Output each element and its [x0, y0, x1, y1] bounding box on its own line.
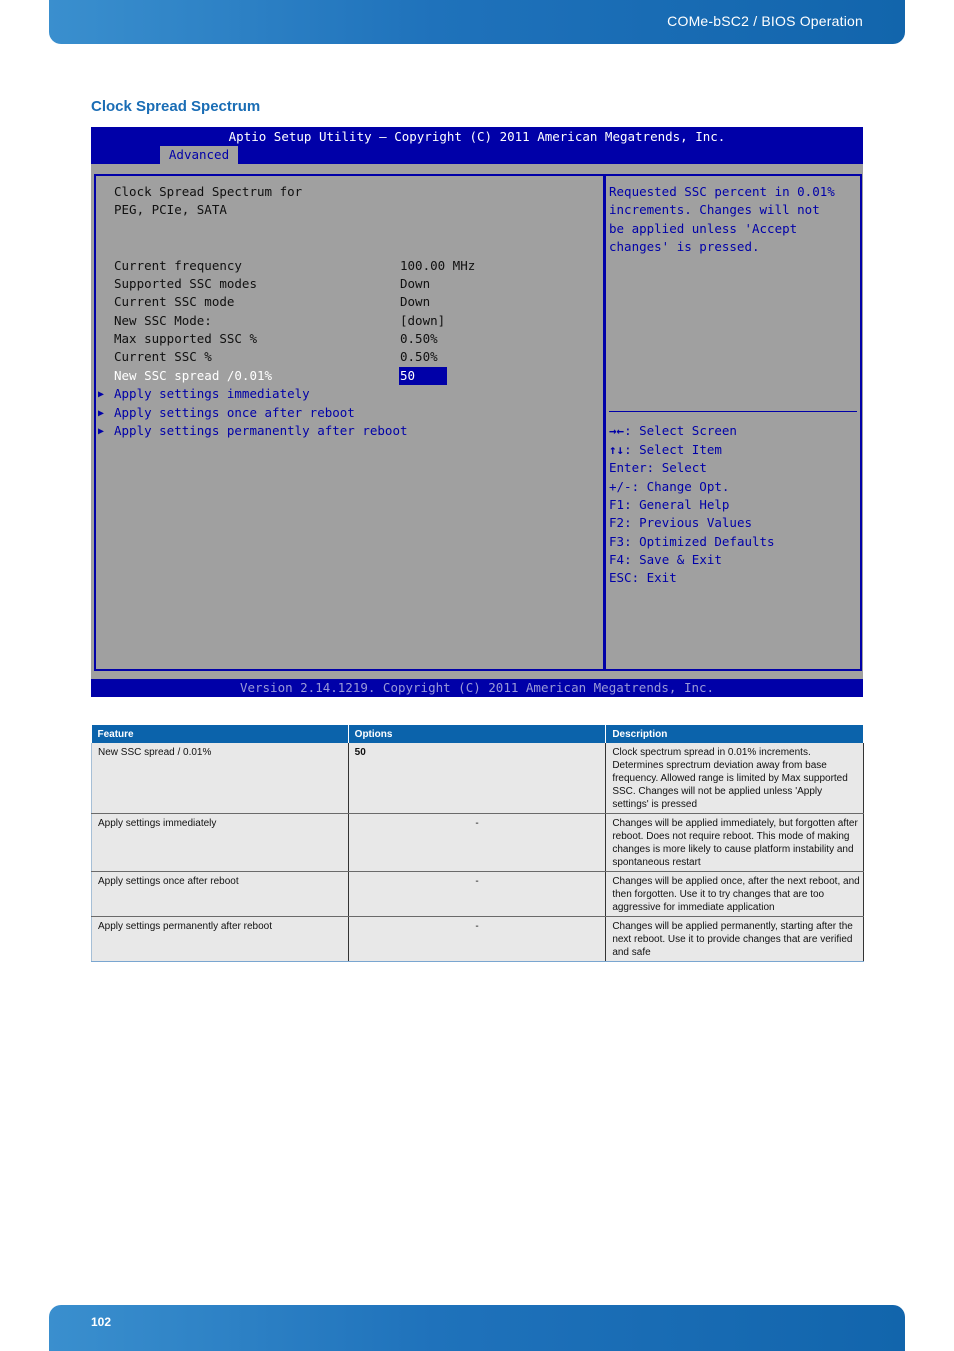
key-hint-f1: F1: General Help: [609, 497, 729, 512]
key-hint-key: F2: [609, 515, 625, 530]
page-number: 102: [91, 1315, 112, 1329]
cell-description: Changes will be applied permanently, sta…: [605, 916, 864, 962]
tab-advanced[interactable]: Advanced: [160, 146, 238, 164]
submenu-apply-permanently-after-reboot[interactable]: Apply settings permanently after reboot: [114, 423, 408, 438]
table-row: New SSC spread / 0.01% 50 Clock spectrum…: [91, 743, 864, 814]
cell-description: Changes will be applied once, after the …: [605, 871, 864, 917]
key-hint-action: : General Help: [624, 497, 730, 512]
heading-line-2: PEG, PCIe, SATA: [114, 202, 227, 217]
header-description: Description: [605, 725, 864, 743]
key-hint-enter: Enter: Select: [609, 460, 707, 475]
key-hint-f3: F3: Optimized Defaults: [609, 534, 775, 549]
cell-options: -: [348, 813, 607, 872]
key-hint-key: F3: [609, 534, 625, 549]
field-label-current-ssc-mode: Current SSC mode: [114, 294, 235, 309]
field-value-current-ssc-mode: Down: [400, 294, 431, 309]
cell-description: Changes will be applied immediately, but…: [605, 813, 864, 872]
up-down-arrows-icon: ↑↓: [609, 442, 625, 457]
field-value-max-supported-ssc: 0.50%: [400, 331, 438, 346]
key-hint-key: Enter: [609, 460, 647, 475]
heading-line-1: Clock Spread Spectrum for: [114, 184, 303, 199]
table-header-row: Feature Options Description: [91, 725, 864, 743]
header-feature: Feature: [91, 725, 349, 743]
feature-table: Feature Options Description New SSC spre…: [91, 725, 864, 962]
field-label-current-frequency: Current frequency: [114, 258, 242, 273]
table-row: Apply settings immediately - Changes wil…: [91, 813, 864, 872]
key-hint-select-screen: →←: Select Screen: [609, 423, 737, 438]
key-hint-action: : Select Item: [624, 442, 722, 457]
table-row: Apply settings once after reboot - Chang…: [91, 871, 864, 917]
submenu-arrow-icon: ▶: [98, 426, 105, 437]
key-hint-f2: F2: Previous Values: [609, 515, 752, 530]
header-options: Options: [348, 725, 607, 743]
key-hint-change-opt: +/-: Change Opt.: [609, 479, 729, 494]
help-text-line-3: be applied unless 'Accept: [609, 221, 798, 236]
pane-divider: [603, 174, 605, 671]
field-label-max-supported-ssc: Max supported SSC %: [114, 331, 257, 346]
submenu-apply-once-after-reboot[interactable]: Apply settings once after reboot: [114, 405, 355, 420]
key-hint-select-item: ↑↓: Select Item: [609, 442, 722, 457]
submenu-arrow-icon: ▶: [98, 389, 105, 400]
field-value-current-ssc-percent: 0.50%: [400, 349, 438, 364]
key-hint-action: : Select Screen: [624, 423, 737, 438]
field-label-new-ssc-spread: New SSC spread /0.01%: [114, 368, 273, 383]
key-hint-key: +/-: [609, 479, 632, 494]
cell-feature: Apply settings immediately: [91, 813, 349, 872]
field-value-supported-ssc-modes: Down: [400, 276, 431, 291]
cell-options: -: [348, 916, 607, 962]
help-separator: [609, 411, 857, 412]
field-value-current-frequency: 100.00 MHz: [400, 258, 476, 273]
section-title: Clock Spread Spectrum: [91, 98, 261, 115]
key-hint-esc: ESC: Exit: [609, 570, 677, 585]
document-title: COMe-bSC2 / BIOS Operation: [667, 13, 863, 29]
key-hint-action: : Exit: [631, 570, 677, 585]
cell-description: Clock spectrum spread in 0.01% increment…: [605, 743, 864, 814]
cell-options: -: [348, 871, 607, 917]
bios-screenshot: Aptio Setup Utility – Copyright (C) 2011…: [91, 127, 863, 697]
field-label-supported-ssc-modes: Supported SSC modes: [114, 276, 257, 291]
bottom-banner: 102: [49, 1305, 905, 1351]
cell-feature: Apply settings permanently after reboot: [91, 916, 349, 962]
key-hint-action: : Change Opt.: [631, 479, 730, 494]
key-hint-action: : Save & Exit: [624, 552, 722, 567]
key-hint-action: : Optimized Defaults: [624, 534, 775, 549]
cell-feature: Apply settings once after reboot: [91, 871, 349, 917]
bios-footer: Version 2.14.1219. Copyright (C) 2011 Am…: [91, 679, 863, 697]
key-hint-key: ESC: [609, 570, 632, 585]
help-text-line-4: changes' is pressed.: [609, 239, 760, 254]
cell-options: 50: [348, 743, 607, 814]
new-ssc-spread-input[interactable]: 50: [399, 367, 447, 385]
key-hint-f4: F4: Save & Exit: [609, 552, 722, 567]
left-right-arrows-icon: →←: [609, 423, 625, 438]
help-text-line-1: Requested SSC percent in 0.01%: [609, 184, 835, 199]
field-label-current-ssc-percent: Current SSC %: [114, 349, 212, 364]
cell-feature: New SSC spread / 0.01%: [91, 743, 349, 814]
bios-title: Aptio Setup Utility – Copyright (C) 2011…: [228, 129, 726, 144]
new-ssc-mode-select[interactable]: [down]: [400, 313, 445, 328]
table-row: Apply settings permanently after reboot …: [91, 916, 864, 962]
key-hint-action: : Select: [646, 460, 707, 475]
top-banner: COMe-bSC2 / BIOS Operation: [49, 0, 905, 44]
submenu-apply-immediately[interactable]: Apply settings immediately: [114, 386, 310, 401]
key-hint-key: F1: [609, 497, 625, 512]
help-text-line-2: increments. Changes will not: [609, 202, 820, 217]
key-hint-key: F4: [609, 552, 625, 567]
submenu-arrow-icon: ▶: [98, 408, 105, 419]
field-label-new-ssc-mode: New SSC Mode:: [114, 313, 212, 328]
key-hint-action: : Previous Values: [624, 515, 752, 530]
